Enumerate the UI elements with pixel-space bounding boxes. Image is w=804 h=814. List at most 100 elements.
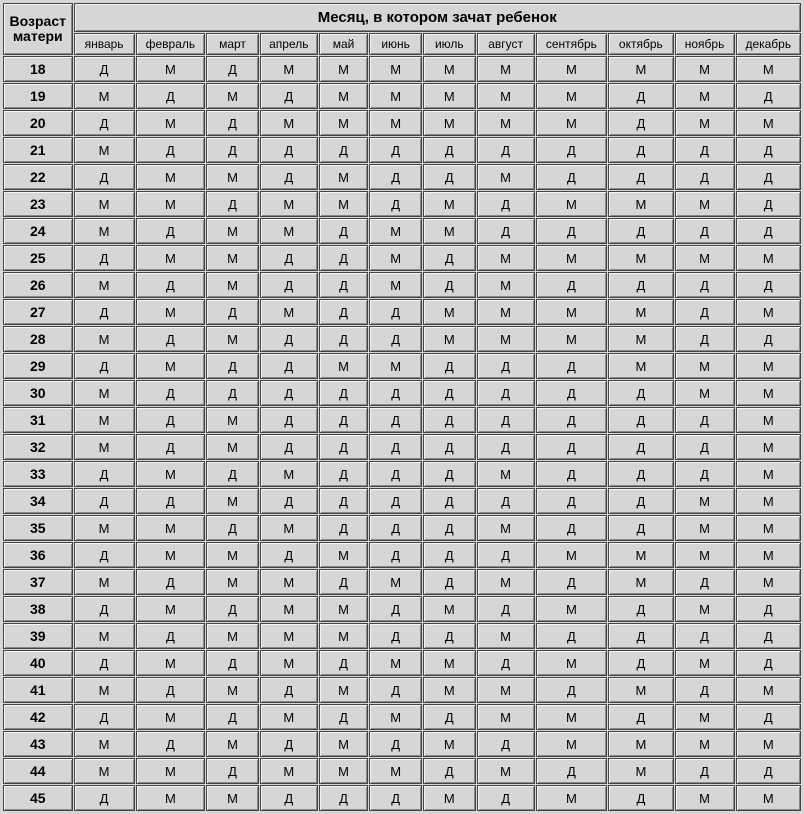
age-cell: 38 — [3, 596, 73, 622]
data-cell: Д — [736, 218, 801, 244]
data-cell: М — [608, 542, 673, 568]
data-cell: М — [74, 83, 135, 109]
data-cell: М — [675, 110, 735, 136]
data-cell: М — [675, 488, 735, 514]
data-cell: М — [536, 299, 608, 325]
data-cell: Д — [206, 56, 259, 82]
data-cell: М — [423, 56, 476, 82]
data-cell: Д — [423, 488, 476, 514]
age-cell: 25 — [3, 245, 73, 271]
data-cell: Д — [74, 110, 135, 136]
data-cell: Д — [74, 596, 135, 622]
data-cell: М — [74, 272, 135, 298]
data-cell: М — [675, 650, 735, 676]
data-cell: Д — [369, 515, 422, 541]
data-cell: Д — [260, 407, 318, 433]
table-row: 20ДМДММММММДММ — [3, 110, 801, 136]
data-cell: Д — [74, 299, 135, 325]
data-cell: Д — [136, 326, 206, 352]
data-cell: М — [477, 326, 535, 352]
data-cell: М — [423, 218, 476, 244]
data-cell: Д — [260, 245, 318, 271]
data-cell: Д — [423, 515, 476, 541]
data-cell: М — [477, 461, 535, 487]
data-cell: М — [608, 569, 673, 595]
data-cell: М — [536, 785, 608, 811]
data-cell: М — [608, 299, 673, 325]
data-cell: М — [675, 245, 735, 271]
table-row: 33ДМДМДДДМДДДМ — [3, 461, 801, 487]
data-cell: М — [423, 110, 476, 136]
data-cell: М — [136, 596, 206, 622]
data-cell: Д — [423, 434, 476, 460]
data-cell: Д — [608, 785, 673, 811]
data-cell: Д — [675, 218, 735, 244]
data-cell: М — [675, 191, 735, 217]
data-cell: М — [369, 218, 422, 244]
data-cell: М — [675, 515, 735, 541]
age-cell: 31 — [3, 407, 73, 433]
row-header-line1: Возраст — [10, 13, 66, 29]
data-cell: М — [206, 326, 259, 352]
data-cell: М — [536, 542, 608, 568]
data-cell: Д — [369, 596, 422, 622]
age-cell: 30 — [3, 380, 73, 406]
data-cell: Д — [206, 299, 259, 325]
data-cell: Д — [608, 218, 673, 244]
data-cell: М — [423, 677, 476, 703]
data-cell: М — [136, 191, 206, 217]
data-cell: Д — [675, 326, 735, 352]
data-cell: М — [536, 191, 608, 217]
data-cell: М — [608, 326, 673, 352]
data-cell: М — [319, 758, 369, 784]
data-cell: М — [369, 650, 422, 676]
data-cell: М — [736, 677, 801, 703]
table-row: 21МДДДДДДДДДДД — [3, 137, 801, 163]
data-cell: Д — [319, 299, 369, 325]
data-cell: Д — [608, 380, 673, 406]
age-cell: 32 — [3, 434, 73, 460]
data-cell: Д — [260, 434, 318, 460]
data-cell: Д — [136, 677, 206, 703]
data-cell: Д — [369, 488, 422, 514]
data-cell: Д — [423, 542, 476, 568]
month-header-4: апрель — [260, 33, 318, 55]
data-cell: Д — [206, 758, 259, 784]
data-cell: М — [536, 596, 608, 622]
data-cell: М — [675, 83, 735, 109]
table-row: 23ММДММДМДМММД — [3, 191, 801, 217]
data-cell: Д — [675, 137, 735, 163]
data-cell: М — [477, 164, 535, 190]
data-cell: Д — [206, 110, 259, 136]
data-cell: Д — [260, 326, 318, 352]
data-cell: М — [369, 353, 422, 379]
data-cell: Д — [675, 677, 735, 703]
data-cell: Д — [260, 137, 318, 163]
data-cell: М — [608, 677, 673, 703]
data-cell: Д — [206, 137, 259, 163]
data-cell: М — [206, 785, 259, 811]
data-cell: М — [136, 461, 206, 487]
age-cell: 27 — [3, 299, 73, 325]
data-cell: Д — [536, 569, 608, 595]
data-cell: Д — [675, 623, 735, 649]
data-cell: Д — [260, 164, 318, 190]
month-header-5: май — [319, 33, 369, 55]
data-cell: Д — [319, 407, 369, 433]
data-cell: Д — [136, 569, 206, 595]
data-cell: Д — [423, 272, 476, 298]
age-cell: 42 — [3, 704, 73, 730]
data-cell: Д — [74, 542, 135, 568]
data-cell: М — [536, 326, 608, 352]
data-cell: Д — [206, 461, 259, 487]
data-cell: Д — [369, 461, 422, 487]
data-cell: М — [675, 56, 735, 82]
data-cell: М — [736, 515, 801, 541]
data-cell: Д — [136, 272, 206, 298]
table-row: 35ММДМДДДМДДММ — [3, 515, 801, 541]
data-cell: М — [319, 110, 369, 136]
data-cell: М — [536, 245, 608, 271]
data-cell: М — [736, 407, 801, 433]
data-cell: М — [736, 380, 801, 406]
month-header-8: август — [477, 33, 535, 55]
